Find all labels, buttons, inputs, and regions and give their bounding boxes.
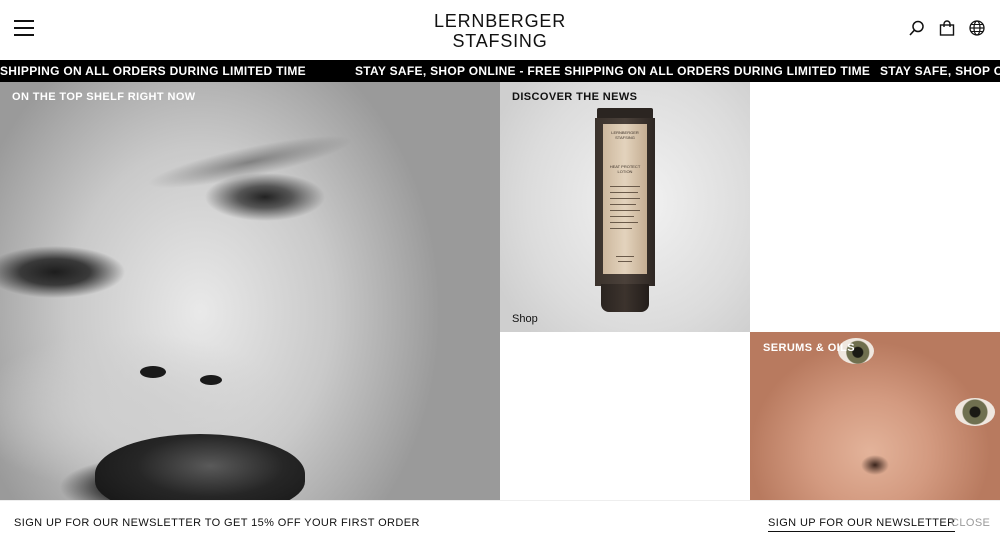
- close-button[interactable]: CLOSE: [951, 517, 990, 529]
- header-actions: [908, 18, 986, 38]
- newsletter-signup-link[interactable]: SIGN UP FOR OUR NEWSLETTER: [768, 517, 956, 532]
- logo-line-1: LERNBERGER: [433, 11, 567, 31]
- product-name-2: LOTION: [617, 169, 633, 174]
- announcement-ticker: SHIPPING ON ALL ORDERS DURING LIMITED TI…: [0, 60, 1000, 82]
- logo-line-2: STAFSING: [452, 31, 548, 51]
- product-image: LERNBERGER STAFSING HEAT PROTECT LOTION: [595, 108, 655, 312]
- site-header: LERNBERGER STAFSING: [0, 0, 1000, 60]
- ticker-item: SHIPPING ON ALL ORDERS DURING LIMITED TI…: [0, 64, 306, 78]
- top-shelf-label: ON THE TOP SHELF RIGHT NOW: [12, 91, 196, 103]
- newsletter-message: SIGN UP FOR OUR NEWSLETTER TO GET 15% OF…: [14, 517, 420, 529]
- menu-icon[interactable]: [14, 20, 34, 36]
- serums-oils-tile[interactable]: SERUMS & OILS: [750, 332, 1000, 500]
- brand-logo[interactable]: LERNBERGER STAFSING: [400, 11, 600, 51]
- search-icon[interactable]: [908, 18, 926, 38]
- empty-tile: [500, 332, 750, 500]
- ticker-item: STAY SAFE, SHOP ONLIN: [880, 64, 1000, 78]
- product-brand-2: STAFSING: [615, 135, 635, 140]
- newsletter-bar: SIGN UP FOR OUR NEWSLETTER TO GET 15% OF…: [0, 500, 1000, 545]
- shop-link[interactable]: Shop: [512, 313, 538, 325]
- ticker-item: STAY SAFE, SHOP ONLINE - FREE SHIPPING O…: [355, 64, 871, 78]
- discover-news-label: DISCOVER THE NEWS: [512, 91, 638, 103]
- bag-icon[interactable]: [938, 18, 956, 38]
- serums-oils-label: SERUMS & OILS: [763, 342, 855, 354]
- empty-tile: [750, 82, 1000, 332]
- top-shelf-tile[interactable]: ON THE TOP SHELF RIGHT NOW: [0, 82, 500, 500]
- discover-news-tile[interactable]: DISCOVER THE NEWS LERNBERGER STAFSING HE…: [500, 82, 750, 332]
- globe-icon[interactable]: [968, 18, 986, 38]
